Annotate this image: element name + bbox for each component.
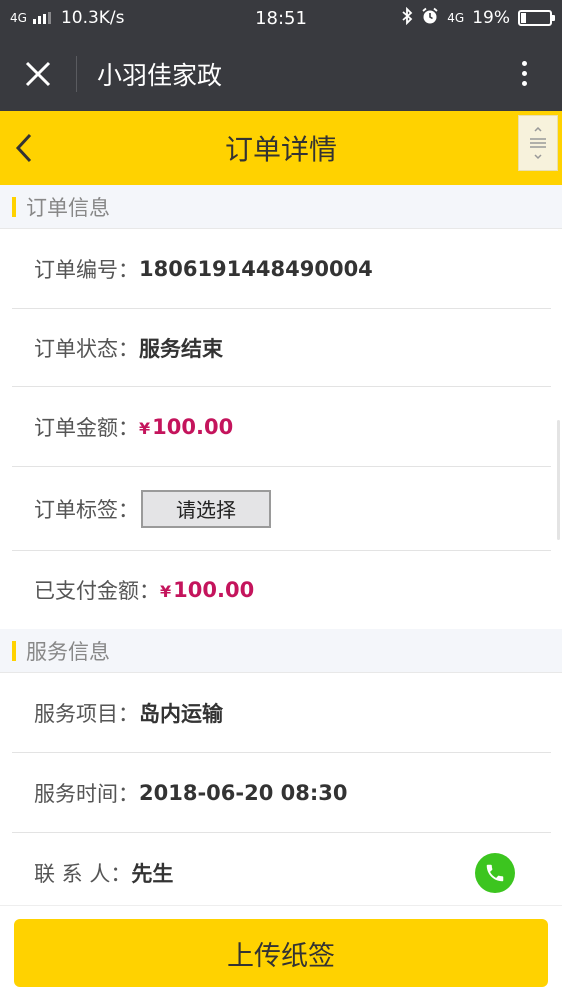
- back-button[interactable]: [4, 123, 44, 173]
- page-header: 订单详情: [0, 111, 562, 185]
- service-info-section-header: 服务信息: [0, 629, 562, 673]
- more-dot-icon: [521, 71, 527, 76]
- contact-value: 先生: [131, 862, 174, 886]
- battery-percent: 19%: [472, 8, 510, 28]
- order-number-label: 订单编号：: [34, 257, 139, 282]
- order-tag-select[interactable]: 请选择: [141, 489, 271, 528]
- contact-row: 联 系 人： 先生: [12, 833, 551, 913]
- order-number-value: 1806191448490004: [139, 256, 373, 281]
- order-amount-number: 100.00: [152, 414, 234, 439]
- service-item-label: 服务项目：: [34, 701, 139, 726]
- paid-amount-number: 100.00: [173, 578, 255, 602]
- currency-symbol: ¥: [160, 582, 172, 601]
- order-status-value: 服务结束: [139, 336, 223, 361]
- battery-icon: [518, 10, 555, 26]
- menu-icon: [530, 126, 546, 160]
- scrollbar[interactable]: [557, 420, 560, 540]
- bluetooth-icon: [401, 6, 413, 30]
- network-speed: 10.3K/s: [60, 8, 125, 28]
- battery-level: [521, 13, 526, 23]
- wechat-title-bar: 小羽佳家政: [0, 36, 562, 111]
- menu-button[interactable]: [518, 115, 558, 171]
- network-type-2: 4G: [447, 11, 465, 25]
- app-title: 小羽佳家政: [97, 60, 223, 90]
- service-time-value: 2018-06-20 08:30: [139, 780, 348, 805]
- alarm-icon: [421, 7, 439, 30]
- more-menu-button[interactable]: [486, 36, 562, 111]
- page-title: 订单详情: [224, 133, 337, 166]
- paid-amount-row: 已支付金额： ¥ 100.00: [12, 551, 551, 629]
- close-button[interactable]: [0, 36, 76, 111]
- order-tag-row: 订单标签： 请选择: [12, 467, 551, 551]
- service-time-row: 服务时间： 2018-06-20 08:30: [12, 753, 551, 833]
- more-dot-icon: [521, 61, 527, 66]
- bottom-bar: 上传纸签: [0, 905, 562, 1000]
- order-amount-row: 订单金额： ¥ 100.00: [12, 387, 551, 467]
- order-amount-label: 订单金额：: [34, 415, 139, 440]
- network-type: 4G: [10, 11, 27, 25]
- section-title: 订单信息: [26, 195, 110, 220]
- order-number-row: 订单编号： 1806191448490004: [12, 229, 551, 309]
- service-item-row: 服务项目： 岛内运输: [12, 673, 551, 753]
- status-bar: 4G 10.3K/s 18:51 4G 19%: [0, 0, 562, 36]
- contact-label: 联 系 人：: [34, 862, 132, 886]
- service-item-value: 岛内运输: [139, 701, 223, 726]
- close-icon: [25, 61, 51, 86]
- paid-amount-value: ¥ 100.00: [160, 578, 254, 602]
- section-marker: [12, 196, 16, 217]
- order-amount-value: ¥ 100.00: [139, 415, 233, 439]
- call-button[interactable]: [475, 853, 515, 893]
- more-dot-icon: [521, 81, 527, 86]
- order-status-label: 订单状态：: [34, 336, 139, 361]
- currency-symbol: ¥: [139, 418, 151, 438]
- order-status-row: 订单状态： 服务结束: [12, 309, 551, 387]
- title-divider: [76, 55, 77, 92]
- order-info-section-header: 订单信息: [0, 185, 562, 229]
- order-tag-label: 订单标签：: [34, 497, 139, 522]
- upload-paper-sign-button[interactable]: 上传纸签: [14, 919, 548, 987]
- chevron-left-icon: [15, 133, 32, 163]
- section-title: 服务信息: [26, 639, 110, 664]
- phone-icon: [486, 864, 504, 882]
- service-time-label: 服务时间：: [34, 781, 139, 806]
- section-marker: [12, 640, 16, 661]
- signal-icon: [32, 12, 51, 24]
- paid-amount-label: 已支付金额：: [34, 579, 160, 603]
